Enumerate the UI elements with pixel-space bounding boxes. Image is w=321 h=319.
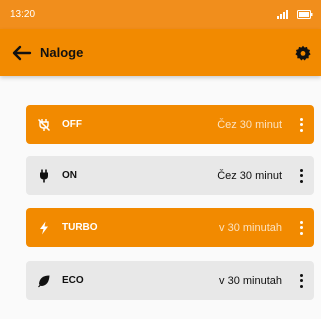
battery-icon [297, 10, 313, 19]
page-title: Naloge [40, 45, 84, 60]
more-vert-icon[interactable] [296, 168, 306, 184]
lightning-icon [36, 220, 52, 236]
more-vert-icon[interactable] [296, 117, 306, 133]
task-time: v 30 minutah [219, 274, 282, 287]
task-name: ECO [62, 275, 84, 286]
leaf-icon [36, 273, 52, 289]
task-name: TURBO [62, 222, 98, 233]
task-item-turbo[interactable]: TURBO v 30 minutah [26, 208, 314, 247]
plug-off-icon [36, 117, 52, 133]
task-time: Čez 30 minut [217, 169, 282, 182]
plug-icon [36, 168, 52, 184]
status-time: 13:20 [10, 9, 36, 20]
more-vert-icon[interactable] [296, 220, 306, 236]
arrow-left-icon[interactable] [12, 45, 32, 61]
more-vert-icon[interactable] [296, 273, 306, 289]
task-time: v 30 minutah [219, 221, 282, 234]
signal-icon [277, 10, 288, 19]
status-bar: 13:20 [0, 0, 321, 29]
task-item-on[interactable]: ON Čez 30 minut [26, 156, 314, 195]
gear-icon[interactable] [295, 45, 311, 61]
task-name: ON [62, 170, 77, 181]
task-name: OFF [62, 119, 82, 130]
task-time: Čez 30 minut [217, 118, 282, 131]
app-bar: Naloge [0, 29, 321, 76]
task-item-eco[interactable]: ECO v 30 minutah [26, 261, 314, 300]
task-item-off[interactable]: OFF Čez 30 minut [26, 105, 314, 144]
